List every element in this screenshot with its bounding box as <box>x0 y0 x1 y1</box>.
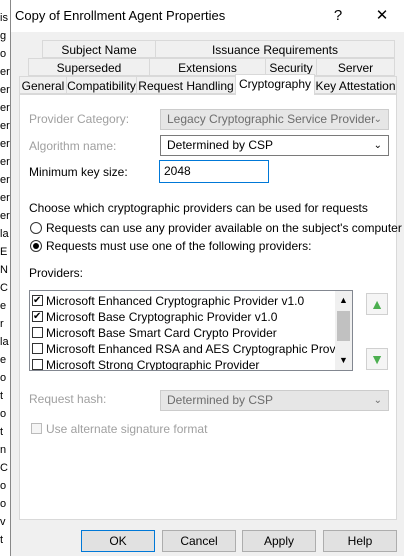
strip-text: er <box>0 66 10 78</box>
provider-category-value: Legacy Cryptographic Service Provider <box>167 112 376 126</box>
algorithm-name-select[interactable]: Determined by CSP ⌄ <box>160 135 389 156</box>
provider-name: Microsoft Base Smart Card Crypto Provide… <box>46 326 277 340</box>
provider-name: Microsoft Enhanced RSA and AES Cryptogra… <box>46 342 353 356</box>
strip-text: is <box>0 12 8 24</box>
help-button[interactable]: Help <box>323 530 397 552</box>
strip-text: o <box>0 498 7 510</box>
chevron-down-icon: ⌄ <box>373 395 382 406</box>
arrow-down-icon: ▼ <box>370 351 384 367</box>
radio-any-provider[interactable] <box>30 222 42 234</box>
tab-general[interactable]: General <box>19 76 67 94</box>
strip-text: o <box>0 372 7 384</box>
radio-must-use-label: Requests must use one of the following p… <box>46 239 312 253</box>
strip-text: C <box>0 282 8 294</box>
provider-checkbox[interactable] <box>32 327 43 338</box>
minimum-key-size-label: Minimum key size: <box>29 165 128 179</box>
tab-compatibility[interactable]: Compatibility <box>66 76 137 94</box>
strip-text: er <box>0 174 10 186</box>
close-icon[interactable]: ✕ <box>362 2 402 30</box>
cancel-button[interactable]: Cancel <box>162 530 236 552</box>
strip-text: t <box>0 390 4 402</box>
strip-text: v <box>0 516 6 528</box>
strip-text: o <box>0 48 7 60</box>
algorithm-name-label: Algorithm name: <box>29 139 117 153</box>
strip-text: er <box>0 84 10 96</box>
providers-label: Providers: <box>29 266 84 280</box>
minimum-key-size-input[interactable]: 2048 <box>159 160 269 183</box>
strip-text: o <box>0 408 7 420</box>
request-hash-label: Request hash: <box>29 392 107 406</box>
strip-text: r <box>0 318 4 330</box>
strip-text: N <box>0 264 8 276</box>
move-down-button[interactable]: ▼ <box>366 348 388 370</box>
strip-text: er <box>0 138 10 150</box>
strip-text: t <box>0 534 4 546</box>
scrollbar-thumb[interactable] <box>337 311 350 341</box>
tab-key-attestation[interactable]: Key Attestation <box>314 76 397 94</box>
strip-text: la <box>0 228 9 240</box>
help-title-button[interactable]: ? <box>318 2 358 30</box>
provider-checkbox[interactable] <box>32 309 43 325</box>
tab-cryptography[interactable]: Cryptography <box>235 74 315 95</box>
tab-request-handling[interactable]: Request Handling <box>136 76 236 94</box>
strip-text: t <box>0 426 4 438</box>
strip-text: la <box>0 336 9 348</box>
tab-subject-name[interactable]: Subject Name <box>42 40 156 58</box>
providers-list[interactable]: Microsoft Enhanced Cryptographic Provide… <box>29 290 353 371</box>
provider-checkbox[interactable] <box>32 293 43 309</box>
radio-any-provider-label: Requests can use any provider available … <box>46 221 402 235</box>
providers-scrollbar[interactable]: ▲ ▼ <box>335 291 352 370</box>
ok-button[interactable]: OK <box>81 530 155 552</box>
request-hash-select: Determined by CSP ⌄ <box>160 390 389 411</box>
scroll-up-icon[interactable]: ▲ <box>339 295 348 305</box>
provider-category-label: Provider Category: <box>29 112 130 126</box>
algorithm-name-value: Determined by CSP <box>167 138 274 152</box>
choose-providers-text: Choose which cryptographic providers can… <box>29 201 368 215</box>
alternate-signature-checkbox <box>31 423 42 434</box>
scroll-down-icon[interactable]: ▼ <box>339 355 348 365</box>
strip-text: E <box>0 246 8 258</box>
strip-text: C <box>0 462 8 474</box>
strip-text: er <box>0 156 10 168</box>
strip-text: e <box>0 300 7 312</box>
provider-checkbox[interactable] <box>32 359 43 370</box>
window-title: Copy of Enrollment Agent Properties <box>15 8 226 23</box>
alternate-signature-label: Use alternate signature format <box>46 422 208 436</box>
provider-name: Microsoft Enhanced Cryptographic Provide… <box>46 294 305 308</box>
radio-must-use-providers[interactable] <box>30 240 42 252</box>
strip-text: n <box>0 444 7 456</box>
strip-text: g <box>0 30 7 42</box>
background-window-strip: is g o er er er er er er er er er la E N Ce r la e o t o t n Co o… <box>0 0 10 556</box>
chevron-down-icon: ⌄ <box>373 114 382 125</box>
move-up-button[interactable]: ▲ <box>366 293 388 315</box>
strip-text: er <box>0 120 10 132</box>
tab-server[interactable]: Server <box>316 58 395 76</box>
arrow-up-icon: ▲ <box>370 296 384 312</box>
apply-button[interactable]: Apply <box>242 530 316 552</box>
provider-name: Microsoft Strong Cryptographic Provider <box>46 358 260 371</box>
request-hash-value: Determined by CSP <box>167 393 274 407</box>
provider-name: Microsoft Base Cryptographic Provider v1… <box>46 310 278 324</box>
strip-text: er <box>0 192 10 204</box>
provider-checkbox[interactable] <box>32 343 43 354</box>
strip-text: er <box>0 102 10 114</box>
tab-issuance-requirements[interactable]: Issuance Requirements <box>155 40 395 58</box>
strip-text: er <box>0 210 10 222</box>
chevron-down-icon: ⌄ <box>373 140 382 151</box>
strip-text: o <box>0 480 7 492</box>
strip-text: e <box>0 354 7 366</box>
provider-category-select: Legacy Cryptographic Service Provider ⌄ <box>160 109 389 130</box>
tab-superseded-templates[interactable]: Superseded Templates <box>28 58 150 93</box>
